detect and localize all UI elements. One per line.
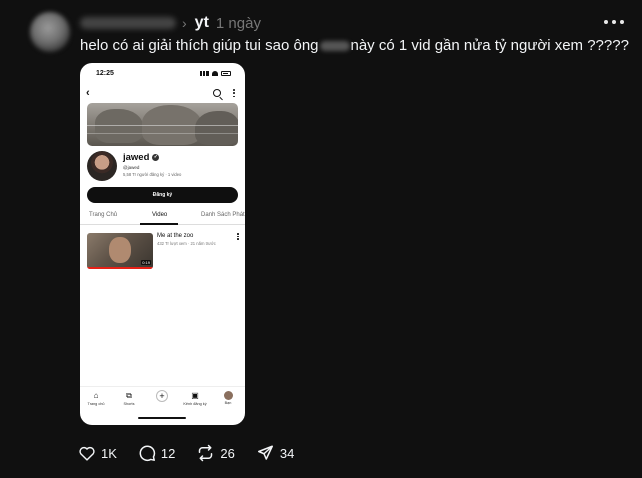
channel-stats: 5,58 Tr người đăng ký · 1 video — [123, 172, 182, 177]
share-button[interactable]: 34 — [256, 444, 294, 462]
profile-avatar-icon — [223, 391, 233, 400]
send-icon — [257, 445, 273, 460]
channel-handle: @jawed — [123, 165, 140, 170]
watch-progress-bar — [87, 267, 153, 269]
active-tab-indicator — [140, 223, 178, 225]
more-dots-icon[interactable] — [604, 20, 624, 24]
post-header: › yt 1 ngày — [80, 13, 261, 33]
attached-screenshot[interactable]: 12:25 ‹ jawed ✓ @jawed 5,58 Tr người đăn… — [80, 63, 245, 425]
home-indicator — [138, 417, 186, 419]
channel-tabs: Trang Chủ Video Danh Sách Phát — [80, 211, 245, 225]
caption-text-after: này có 1 vid gần nửa tỷ người xem ????? — [350, 37, 629, 54]
nav-shorts: ⧉ Shorts — [114, 391, 144, 406]
repost-button[interactable]: 26 — [196, 444, 235, 462]
nav-shorts-label: Shorts — [123, 402, 135, 406]
chevron-right-icon: › — [182, 15, 187, 31]
post-time: 1 ngày — [215, 14, 261, 32]
post: › yt 1 ngày helo có ai giải thích giúp t… — [0, 0, 642, 478]
menu-dots-icon — [233, 89, 235, 98]
nav-home-label: Trang chủ — [87, 402, 105, 406]
channel-name: jawed ✓ — [123, 152, 160, 163]
redacted-name — [319, 41, 350, 52]
post-caption: helo có ai giải thích giúp tui sao ông nà… — [80, 37, 629, 54]
phone-status-bar: 12:25 — [80, 63, 245, 85]
verified-icon: ✓ — [152, 154, 160, 161]
nav-home: ⌂ Trang chủ — [81, 391, 111, 406]
subscriptions-icon: ▣ — [191, 391, 199, 400]
tab-videos: Video — [152, 212, 168, 218]
shorts-icon: ⧉ — [126, 391, 132, 400]
home-icon: ⌂ — [93, 391, 99, 400]
video-meta: 432 Tr lượt xem · 21 năm trước — [157, 241, 216, 246]
nav-you-label: Bạn — [224, 401, 232, 405]
signal-icon — [200, 71, 209, 76]
battery-icon — [221, 71, 231, 76]
channel-banner — [87, 103, 238, 146]
nav-subscriptions-label: Kênh đăng ký — [183, 402, 207, 406]
like-count: 1K — [101, 445, 117, 461]
comment-button[interactable]: 12 — [138, 444, 175, 462]
plus-icon: + — [156, 390, 168, 402]
community-name[interactable]: yt — [195, 14, 209, 32]
tab-playlists: Danh Sách Phát — [201, 212, 245, 218]
post-actions: 1K 12 26 34 — [78, 444, 315, 462]
phone-toolbar: ‹ — [80, 85, 245, 103]
video-menu-icon — [237, 233, 239, 240]
repost-icon — [199, 444, 213, 462]
share-count: 34 — [279, 445, 295, 461]
tab-home: Trang Chủ — [89, 212, 118, 218]
back-arrow-icon: ‹ — [86, 87, 90, 99]
phone-bottom-nav: ⌂ Trang chủ ⧉ Shorts + ▣ Kênh đăng ký Bạ… — [80, 386, 245, 412]
nav-subscriptions: ▣ Kênh đăng ký — [180, 391, 210, 406]
search-icon — [213, 89, 221, 97]
status-time: 12:25 — [96, 70, 114, 77]
nav-create: + — [147, 390, 177, 402]
channel-name-text: jawed — [123, 152, 150, 163]
author-username[interactable] — [80, 17, 176, 29]
subscribe-button: Đăng ký — [87, 187, 238, 203]
like-button[interactable]: 1K — [78, 445, 117, 461]
caption-text-before: helo có ai giải thích giúp tui sao ông — [80, 37, 319, 54]
comment-icon — [139, 445, 156, 462]
comment-count: 12 — [160, 445, 176, 461]
channel-avatar — [87, 151, 117, 181]
video-duration: 0:19 — [141, 260, 151, 265]
repost-count: 26 — [220, 445, 235, 461]
wifi-icon — [212, 71, 218, 76]
video-title: Me at the zoo — [157, 233, 194, 239]
video-item: 0:19 Me at the zoo 432 Tr lượt xem · 21 … — [87, 233, 243, 271]
nav-you: Bạn — [213, 391, 243, 405]
heart-icon — [79, 446, 95, 461]
video-thumbnail: 0:19 — [87, 233, 153, 269]
author-avatar[interactable] — [30, 12, 70, 52]
